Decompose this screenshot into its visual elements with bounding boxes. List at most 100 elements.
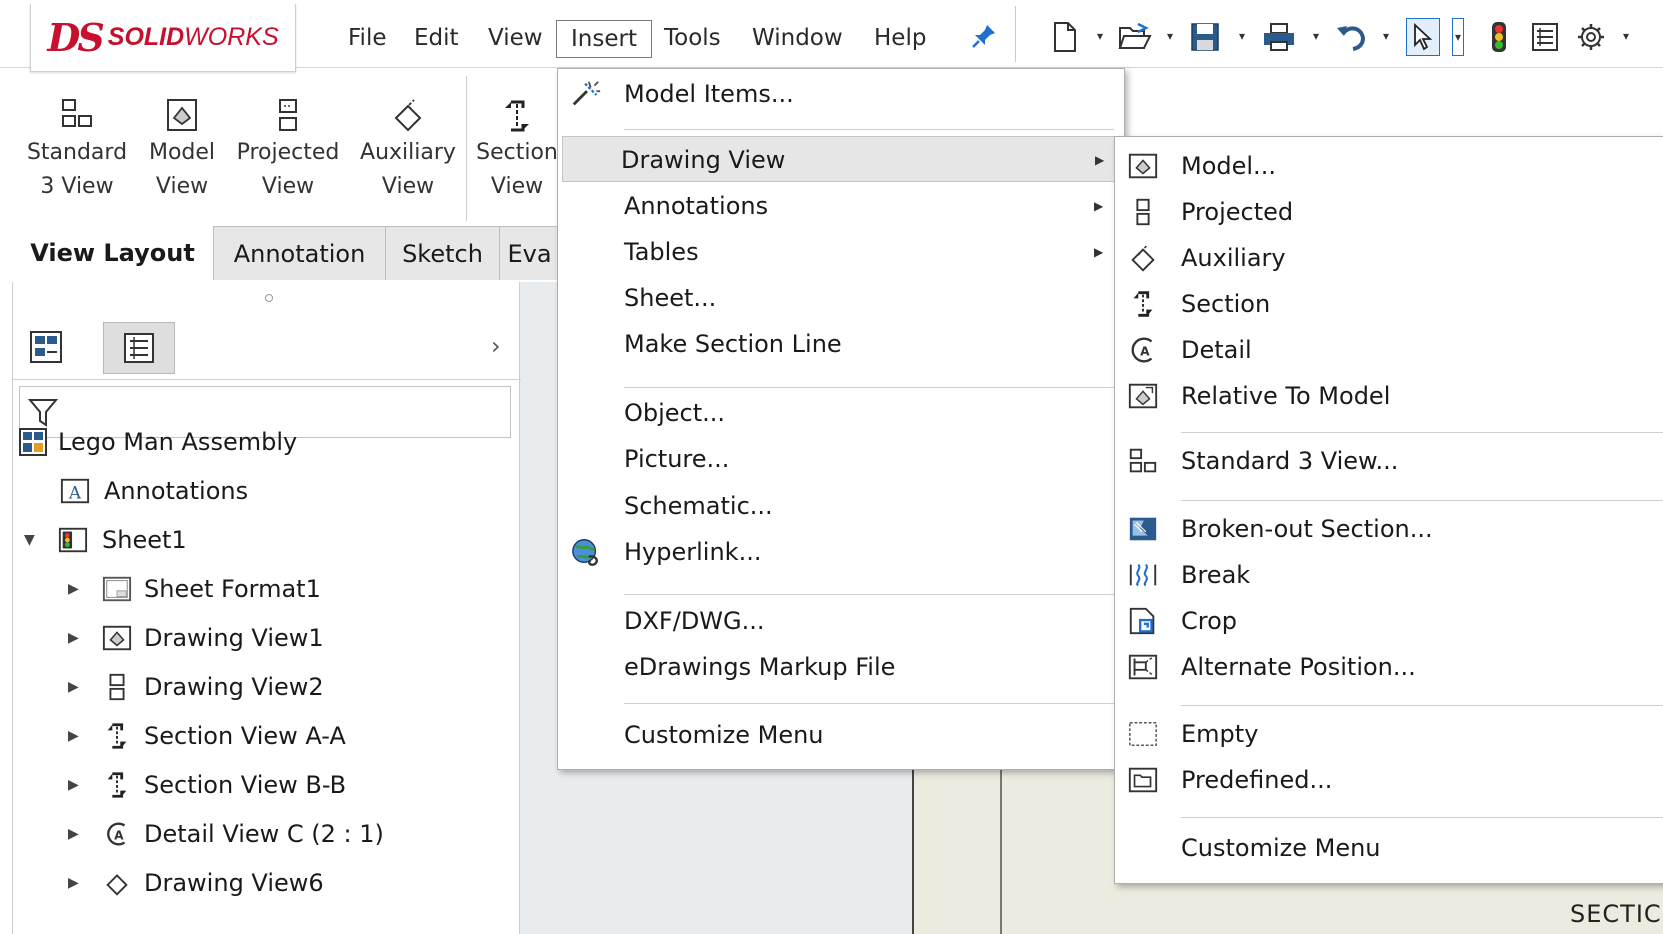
menu-item-tables[interactable]: Tables ▶: [558, 229, 1124, 275]
menu-item-customize-menu[interactable]: Customize Menu: [558, 712, 1124, 758]
file-properties-icon[interactable]: [1528, 20, 1562, 54]
chevron-right-icon[interactable]: ›: [491, 332, 501, 360]
submenu-item-crop[interactable]: Crop: [1115, 598, 1663, 644]
solidworks-logo[interactable]: DS SOLIDWORKS: [30, 4, 296, 72]
save-icon[interactable]: [1188, 20, 1222, 54]
feature-tree-tab-icon[interactable]: [103, 322, 175, 374]
open-dropdown-icon[interactable]: ▾: [1164, 26, 1176, 46]
submenu-item-predefined[interactable]: Predefined...: [1115, 757, 1663, 803]
standard-3-view-icon: [62, 99, 92, 127]
menu-insert[interactable]: Insert: [556, 20, 652, 58]
select-icon[interactable]: [1406, 18, 1440, 56]
auxiliary-view-icon: [394, 99, 422, 132]
submenu-item-detail[interactable]: A Detail: [1115, 327, 1663, 373]
tree-root[interactable]: Lego Man Assembly: [16, 420, 516, 464]
new-document-icon[interactable]: [1048, 20, 1082, 54]
menu-item-edrawings-markup[interactable]: eDrawings Markup File: [558, 644, 1124, 690]
menu-file[interactable]: File: [334, 20, 401, 58]
chevron-right-icon[interactable]: ▶: [68, 763, 79, 807]
sheet-border-line-inner: [1000, 760, 1002, 934]
menu-item-drawing-view[interactable]: Drawing View ▶: [562, 136, 1120, 182]
tab-evaluate[interactable]: Eva: [500, 226, 560, 280]
submenu-item-break[interactable]: Break: [1115, 552, 1663, 598]
menu-item-sheet[interactable]: Sheet...: [558, 275, 1124, 321]
submenu-item-empty[interactable]: Empty: [1115, 711, 1663, 757]
open-icon[interactable]: [1118, 20, 1152, 54]
tree-item-drawing-view1[interactable]: ▶ Drawing View1: [16, 616, 516, 660]
print-dropdown-icon[interactable]: ▾: [1310, 26, 1322, 46]
projected-view-button[interactable]: Projected View: [232, 96, 344, 204]
menu-item-label: Hyperlink...: [624, 538, 762, 566]
tab-sketch[interactable]: Sketch: [386, 226, 500, 280]
tree-item-section-view-b-b[interactable]: ▶ Section View B-B: [16, 763, 516, 807]
tab-view-layout[interactable]: View Layout: [12, 226, 214, 280]
menu-separator: [1181, 500, 1663, 501]
menu-item-dxf-dwg[interactable]: DXF/DWG...: [558, 598, 1124, 644]
detail-view-icon: A: [1131, 337, 1153, 363]
menu-item-annotations[interactable]: Annotations ▶: [558, 183, 1124, 229]
menu-item-label: Make Section Line: [624, 330, 842, 358]
submenu-item-section[interactable]: Section: [1115, 281, 1663, 327]
menu-item-object[interactable]: Object...: [558, 390, 1124, 436]
section-view-button[interactable]: Section View: [474, 96, 560, 204]
undo-dropdown-icon[interactable]: ▾: [1380, 26, 1392, 46]
menu-view[interactable]: View: [474, 20, 557, 58]
save-dropdown-icon[interactable]: ▾: [1236, 26, 1248, 46]
menu-item-schematic[interactable]: Schematic...: [558, 483, 1124, 529]
chevron-right-icon[interactable]: ▶: [68, 714, 79, 758]
submenu-item-broken-out-section[interactable]: Broken-out Section...: [1115, 506, 1663, 552]
pin-icon[interactable]: [970, 22, 1000, 52]
options-icon[interactable]: [1574, 20, 1608, 54]
chevron-right-icon[interactable]: ▶: [68, 616, 79, 660]
menu-edit[interactable]: Edit: [400, 20, 473, 58]
submenu-item-model[interactable]: Model...: [1115, 143, 1663, 189]
menu-tools[interactable]: Tools: [650, 20, 735, 58]
chevron-right-icon[interactable]: ▶: [68, 567, 79, 611]
tree-item-annotations[interactable]: A Annotations: [16, 469, 516, 513]
options-dropdown-icon[interactable]: ▾: [1620, 26, 1632, 46]
chevron-right-icon[interactable]: ▶: [68, 861, 79, 901]
select-dropdown-icon[interactable]: ▾: [1452, 18, 1464, 56]
menu-item-label: Sheet...: [624, 284, 717, 312]
panel-grip-handle[interactable]: [265, 294, 273, 302]
tab-annotation[interactable]: Annotation: [214, 226, 386, 280]
model-view-button[interactable]: Model View: [140, 96, 224, 204]
tree-item-drawing-view2[interactable]: ▶ Drawing View2: [16, 665, 516, 709]
break-icon: [1129, 563, 1157, 587]
menu-item-picture[interactable]: Picture...: [558, 436, 1124, 482]
submenu-item-label: Relative To Model: [1181, 382, 1391, 410]
submenu-item-auxiliary[interactable]: Auxiliary: [1115, 235, 1663, 281]
submenu-item-label: Break: [1181, 561, 1251, 589]
menu-item-label: Schematic...: [624, 492, 773, 520]
menu-item-hyperlink[interactable]: Hyperlink...: [558, 529, 1124, 575]
undo-icon[interactable]: [1334, 20, 1368, 54]
print-icon[interactable]: [1262, 20, 1296, 54]
tree-item-label: Detail View C (2 : 1): [144, 820, 384, 848]
tree-item-section-view-a-a[interactable]: ▶ Section View A-A: [16, 714, 516, 758]
menu-item-model-items[interactable]: Model Items...: [558, 71, 1124, 117]
rebuild-icon[interactable]: [1482, 20, 1516, 54]
tree-item-drawing-view6[interactable]: ▶ Drawing View6: [16, 861, 516, 901]
auxiliary-view-icon: [106, 874, 128, 896]
submenu-item-standard-3-view[interactable]: Standard 3 View...: [1115, 438, 1663, 484]
tree-item-sheet-format1[interactable]: ▶ Sheet Format1: [16, 567, 516, 611]
menu-window[interactable]: Window: [738, 20, 857, 58]
chevron-down-icon[interactable]: ▼: [24, 518, 35, 562]
standard-3-view-button[interactable]: Standard 3 View: [22, 96, 132, 204]
submenu-item-alternate-position[interactable]: Alternate Position...: [1115, 644, 1663, 690]
menu-item-label: Model Items...: [624, 80, 794, 108]
property-manager-tab-icon[interactable]: [29, 330, 65, 366]
menu-help[interactable]: Help: [860, 20, 940, 58]
chevron-right-icon[interactable]: ▶: [68, 812, 79, 856]
new-dropdown-icon[interactable]: ▾: [1094, 26, 1106, 46]
menu-separator: [624, 129, 1114, 130]
submenu-item-relative-to-model[interactable]: Relative To Model: [1115, 373, 1663, 419]
chevron-right-icon[interactable]: ▶: [68, 665, 79, 709]
tree-item-detail-view-c[interactable]: ▶ A Detail View C (2 : 1): [16, 812, 516, 856]
menu-separator: [1181, 817, 1663, 818]
auxiliary-view-button[interactable]: Auxiliary View: [356, 96, 460, 204]
tree-item-sheet1[interactable]: ▼ Sheet1: [16, 518, 516, 562]
submenu-item-projected[interactable]: Projected: [1115, 189, 1663, 235]
menu-item-make-section-line[interactable]: Make Section Line: [558, 321, 1124, 367]
submenu-item-customize-menu[interactable]: Customize Menu: [1115, 825, 1663, 871]
